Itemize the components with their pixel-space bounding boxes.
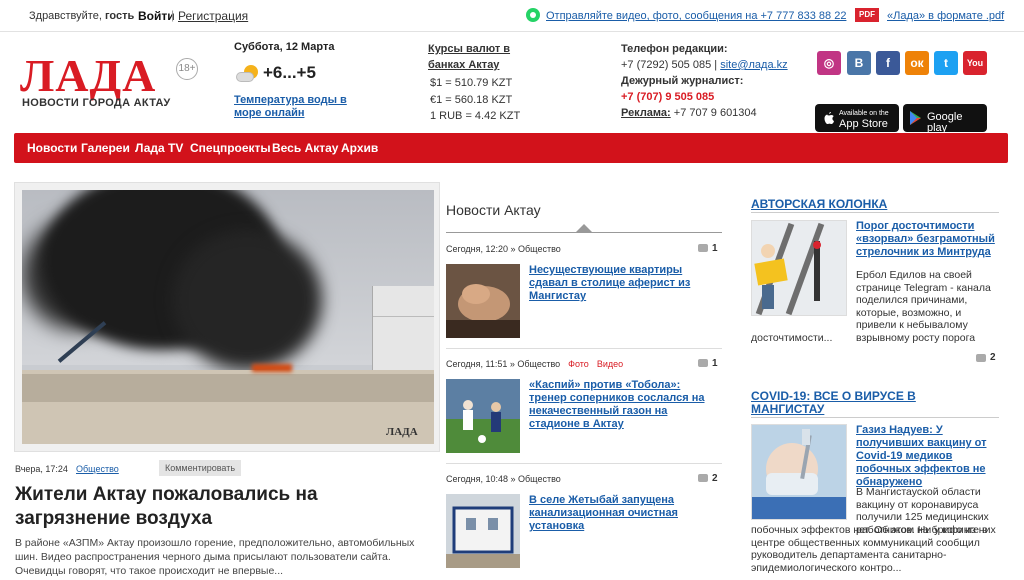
greeting: Здравствуйте, гость (29, 10, 135, 22)
journalist-phone: +7 (707) 9 505 085 (621, 91, 715, 103)
nav-item-lada-tv[interactable]: Лада TV (135, 141, 183, 155)
whatsapp-link[interactable]: Отправляйте видео, фото, сообщения на +7… (546, 10, 846, 22)
nav-item-archive[interactable]: Архив (341, 141, 378, 155)
nav-item-all-aktau[interactable]: Весь Актау (272, 141, 338, 155)
photo-tag: Фото (568, 359, 589, 369)
news-divider (446, 348, 722, 349)
section-divider (751, 212, 999, 213)
nav-item-special-projects[interactable]: Спецпроекты (190, 141, 271, 155)
comment-count: 2 (712, 473, 718, 484)
author-column-thumbnail[interactable] (751, 220, 847, 316)
news-divider (446, 463, 722, 464)
rate-eur: €1 = 560.18 KZT (430, 94, 513, 106)
news-item-title[interactable]: «Каспий» против «Тобола»: тренер соперни… (529, 379, 715, 431)
covid-item-thumbnail[interactable] (751, 424, 847, 520)
journalist-label: Дежурный журналист: (621, 75, 744, 87)
apple-icon (824, 112, 834, 124)
twitter-icon[interactable]: t (934, 51, 958, 75)
news-item-meta: Сегодня, 10:48 » Общество (446, 474, 561, 484)
comments-icon (698, 474, 708, 482)
currency-rates-link[interactable]: Курсы валют в банках Актау (428, 41, 528, 73)
rate-usd: $1 = 510.79 KZT (430, 77, 513, 89)
facebook-icon[interactable]: f (876, 51, 900, 75)
comments-icon (698, 359, 708, 367)
app-store-label: App Store (839, 118, 888, 130)
app-store-button[interactable]: Available on the App Store (815, 104, 899, 132)
nav-item-news[interactable]: Новости (27, 141, 77, 155)
instagram-icon[interactable]: ◎ (817, 51, 841, 75)
news-item-thumbnail[interactable] (446, 494, 520, 568)
google-play-button[interactable]: Google play (903, 104, 987, 134)
news-item-thumbnail[interactable] (446, 264, 520, 338)
partly-cloudy-icon (236, 65, 258, 83)
covid-section-title[interactable]: COVID-19: ВСЕ О ВИРУСЕ В МАНГИСТАУ (751, 390, 941, 416)
ads-phone: +7 707 9 601304 (673, 107, 757, 119)
news-item-meta: Сегодня, 12:20 » Общество (446, 244, 561, 254)
author-column-title[interactable]: АВТОРСКАЯ КОЛОНКА (751, 198, 887, 211)
site-logo[interactable]: ЛАДА (20, 53, 156, 99)
comment-count: 1 (712, 358, 718, 369)
author-column-item-title[interactable]: Порог досточтимости «взорвал» безграмотн… (856, 220, 996, 259)
comment-button[interactable]: Комментировать (159, 460, 241, 476)
contacts: Телефон редакции: +7 (7292) 505 085 | si… (621, 41, 788, 121)
comments-icon (698, 244, 708, 252)
lead-story-image[interactable]: ЛАДА (22, 190, 434, 444)
nav-item-galleries[interactable]: Галереи (81, 141, 130, 155)
section-divider (446, 232, 722, 233)
news-item-thumbnail[interactable] (446, 379, 520, 453)
temperature: +6...+5 (263, 63, 316, 82)
covid-item-text-cont: побочных эффектов нет. Об этом на брифин… (751, 524, 988, 574)
ads-link[interactable]: Реклама: (621, 107, 671, 119)
whatsapp-icon (526, 8, 540, 22)
login-link[interactable]: Войти (138, 9, 175, 23)
contact-separator: | (714, 59, 718, 71)
lead-story-title[interactable]: Жители Актау пожаловались на загрязнение… (15, 483, 345, 531)
news-item-title[interactable]: В селе Жетыбай запущена канализационная … (529, 494, 715, 533)
lead-story-text: В районе «АЗПМ» Актау произошло горение,… (15, 537, 415, 577)
site-header: ЛАДА 18+ НОВОСТИ ГОРОДА АКТАУ Суббота, 1… (0, 33, 1024, 134)
odnoklassniki-icon[interactable]: ок (905, 51, 929, 75)
login-separator: | (171, 8, 175, 22)
phone-label: Телефон редакции: (621, 43, 728, 55)
age-rating-badge: 18+ (176, 58, 198, 80)
pdf-icon: PDF (855, 8, 879, 22)
email-link[interactable]: site@лада.kz (720, 59, 787, 71)
news-item-meta: Сегодня, 11:51 » Общество Фото Видео (446, 359, 624, 369)
comment-count: 2 (990, 352, 996, 363)
lead-story-category[interactable]: Общество (76, 464, 119, 474)
covid-item-title[interactable]: Газиз Надуев: У получивших вакцину от Co… (856, 424, 996, 489)
site-tagline: НОВОСТИ ГОРОДА АКТАУ (22, 97, 171, 109)
editorial-phone: +7 (7292) 505 085 (621, 59, 712, 71)
comments-icon (976, 354, 986, 362)
youtube-icon[interactable]: You (963, 51, 987, 75)
lead-story-time: Вчера, 17:24 (15, 464, 68, 474)
main-nav: Новости Галереи Лада TV Спецпроекты Весь… (14, 133, 1008, 163)
water-temp-link[interactable]: Температура воды в море онлайн (234, 94, 354, 120)
top-bar: Здравствуйте, гость Войти | Регистрация … (0, 0, 1024, 32)
vk-icon[interactable]: В (847, 51, 871, 75)
comment-count: 1 (712, 243, 718, 254)
section-pointer-icon (576, 224, 592, 232)
pdf-link[interactable]: «Лада» в формате .pdf (887, 10, 1004, 22)
news-item-title[interactable]: Несуществующие квартиры сдавал в столице… (529, 264, 715, 303)
news-section-title: Новости Актау (446, 202, 541, 218)
google-play-icon (910, 111, 921, 125)
register-link[interactable]: Регистрация (178, 9, 248, 23)
rate-rub: 1 RUB = 4.42 KZT (430, 110, 521, 122)
video-tag: Видео (596, 359, 624, 369)
image-watermark: ЛАДА (386, 426, 418, 438)
google-play-label: Google play (927, 111, 963, 134)
section-divider (751, 417, 999, 418)
current-date: Суббота, 12 Марта (234, 41, 335, 53)
author-column-item-text-cont: досточтимости... (751, 332, 833, 344)
